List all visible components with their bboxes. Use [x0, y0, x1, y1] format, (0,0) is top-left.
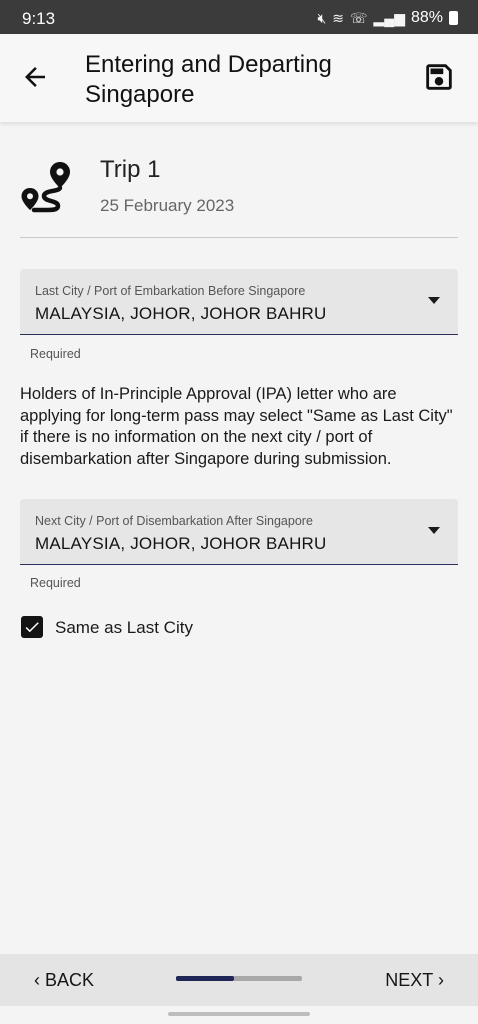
trip-date: 25 February 2023 — [100, 196, 235, 215]
dropdown-arrow-icon — [428, 297, 440, 304]
step-progress-bar — [176, 976, 302, 981]
next-button-label: NEXT — [385, 970, 433, 990]
page-title: Entering and Departing Singapore — [85, 51, 332, 108]
next-city-value: MALAYSIA, JOHOR, JOHOR BAHRU — [35, 534, 327, 553]
wifi-icon: ≋ — [332, 9, 344, 26]
signal-icon: ▂▄▆ — [373, 9, 405, 26]
save-icon[interactable] — [422, 60, 456, 94]
dropdown-arrow-icon — [428, 527, 440, 534]
route-icon — [21, 162, 70, 213]
chevron-left-icon: ‹ — [34, 970, 40, 990]
call-icon: ☏ — [350, 9, 368, 26]
back-button[interactable]: ‹ BACK — [34, 970, 94, 991]
same-as-last-city-checkbox[interactable] — [21, 616, 43, 638]
gesture-bar — [168, 1012, 310, 1016]
app-bar: Entering and Departing Singapore — [0, 34, 478, 122]
step-progress-fill — [176, 976, 234, 981]
battery-percent: 88% — [410, 9, 443, 26]
next-button[interactable]: NEXT › — [385, 970, 444, 991]
chevron-right-icon: › — [438, 970, 444, 990]
checkmark-icon — [25, 622, 39, 633]
last-city-helper: Required — [30, 347, 81, 361]
back-button-label: BACK — [45, 970, 95, 990]
status-bar: 9:13 🔇︎ ≋ ☏ ▂▄▆ 88% — [0, 0, 478, 34]
divider — [20, 237, 458, 238]
same-as-last-city-label[interactable]: Same as Last City — [55, 618, 193, 638]
next-city-helper: Required — [30, 576, 81, 590]
status-icons: 🔇︎ ≋ ☏ ▂▄▆ 88% — [317, 9, 458, 27]
ipa-info-text: Holders of In-Principle Approval (IPA) l… — [20, 385, 453, 468]
status-time: 9:13 — [22, 9, 56, 28]
back-arrow-icon[interactable] — [20, 62, 50, 92]
trip-title: Trip 1 — [100, 156, 161, 183]
last-city-label: Last City / Port of Embarkation Before S… — [35, 284, 306, 298]
next-city-dropdown[interactable]: Next City / Port of Disembarkation After… — [20, 499, 458, 565]
last-city-value: MALAYSIA, JOHOR, JOHOR BAHRU — [35, 304, 327, 323]
mute-icon: 🔇︎ — [317, 9, 327, 26]
next-city-label: Next City / Port of Disembarkation After… — [35, 514, 313, 528]
bottom-navigation: ‹ BACK NEXT › — [0, 954, 478, 1006]
battery-icon — [449, 11, 458, 25]
last-city-dropdown[interactable]: Last City / Port of Embarkation Before S… — [20, 269, 458, 335]
